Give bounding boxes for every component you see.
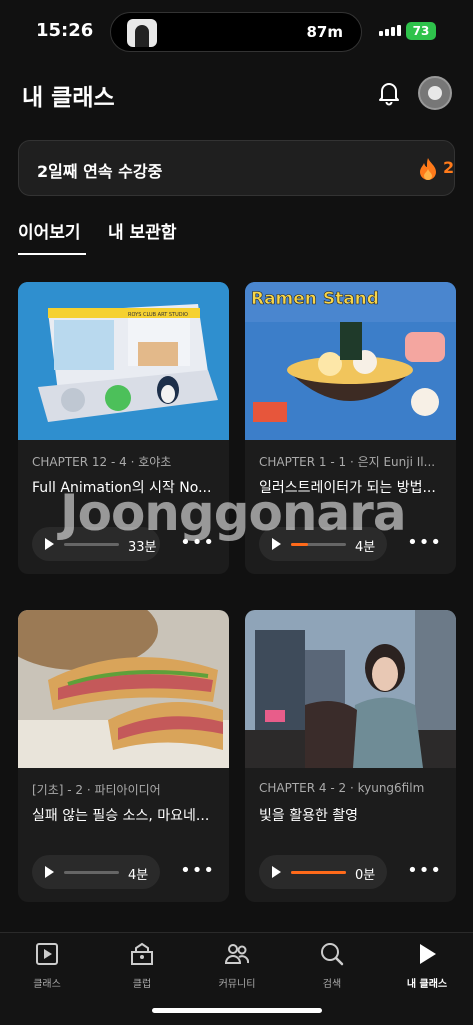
more-icon[interactable]: •••: [407, 534, 442, 552]
streak-count: 2: [443, 158, 455, 177]
active-tab-indicator: [18, 253, 86, 255]
tab-my-archive[interactable]: 내 보관함: [108, 218, 176, 243]
page-title: 내 클래스: [22, 85, 115, 111]
status-bar: 15:26 87m 73: [0, 0, 473, 64]
search-icon: [321, 943, 344, 966]
streak-text: 2일째 연속 수강중: [37, 162, 163, 181]
people-icon: [224, 944, 250, 964]
navigation-tunnel-icon: [127, 19, 157, 47]
status-time: 15:26: [36, 20, 94, 41]
progress-track: [64, 871, 119, 874]
thumb-ramen-title: Ramen Stand: [251, 289, 379, 309]
play-icon: [272, 866, 281, 878]
resume-player[interactable]: 0분: [259, 855, 387, 889]
play-icon: [45, 538, 54, 550]
signal-icon: [379, 25, 401, 36]
nav-label: 클래스: [33, 979, 61, 990]
duration-label: 0분: [355, 868, 376, 883]
nav-item-search[interactable]: 검색: [292, 941, 372, 990]
nav-item-community[interactable]: 커뮤니티: [197, 941, 277, 990]
class-thumbnail: [245, 610, 456, 768]
watermark: Joonggonara: [60, 484, 407, 542]
progress-track: [291, 543, 346, 546]
resume-player[interactable]: 4분: [32, 855, 160, 889]
club-icon: [131, 942, 153, 965]
progress-track: [64, 543, 119, 546]
class-title: 빛을 활용한 촬영: [259, 808, 359, 824]
battery-icon: 73: [406, 22, 436, 40]
progress-fill: [291, 871, 346, 874]
dynamic-island: 87m: [110, 12, 362, 52]
class-card[interactable]: [기초] - 2 · 파티아이디어 실패 않는 필승 소스, 마요네... 4분…: [18, 610, 229, 902]
nav-item-my-class[interactable]: 내 클래스: [387, 941, 467, 990]
home-indicator: [152, 1008, 322, 1013]
nav-item-club[interactable]: 클럽: [102, 941, 182, 990]
nav-label: 클럽: [132, 979, 152, 990]
navigation-distance: 87m: [306, 23, 343, 41]
class-thumbnail: Ramen Stand: [245, 282, 456, 440]
class-meta: CHAPTER 4 - 2 · kyung6film: [259, 781, 425, 795]
nav-item-class[interactable]: 클래스: [7, 941, 87, 990]
nav-label: 내 클래스: [406, 979, 448, 990]
thumb-studio-sign: ROYS CLUB ART STUDIO: [128, 312, 188, 318]
progress-fill: [291, 543, 308, 546]
more-icon[interactable]: •••: [407, 862, 442, 880]
class-meta: CHAPTER 1 - 1 · 은지 Eunji Il...: [259, 455, 436, 469]
tab-continue-watching[interactable]: 이어보기: [18, 218, 81, 243]
nav-label: 검색: [322, 979, 342, 990]
streak-banner[interactable]: 2일째 연속 수강중 2: [18, 140, 455, 196]
avatar[interactable]: [418, 76, 452, 110]
duration-label: 4분: [128, 868, 149, 883]
class-meta: CHAPTER 12 - 4 · 호야초: [32, 455, 172, 469]
class-title: 실패 않는 필승 소스, 마요네...: [32, 808, 210, 824]
play-icon: [45, 866, 54, 878]
play-square-icon: [36, 943, 58, 965]
class-card[interactable]: CHAPTER 4 - 2 · kyung6film 빛을 활용한 촬영 0분 …: [245, 610, 456, 902]
class-thumbnail: ROYS CLUB ART STUDIO: [18, 282, 229, 440]
more-icon[interactable]: •••: [180, 862, 215, 880]
class-thumbnail: [18, 610, 229, 768]
bell-icon[interactable]: [376, 80, 402, 106]
play-icon: [420, 944, 436, 964]
class-meta: [기초] - 2 · 파티아이디어: [32, 783, 161, 797]
nav-label: 커뮤니티: [218, 979, 256, 990]
flame-icon: [420, 158, 436, 180]
progress-track: [291, 871, 346, 874]
